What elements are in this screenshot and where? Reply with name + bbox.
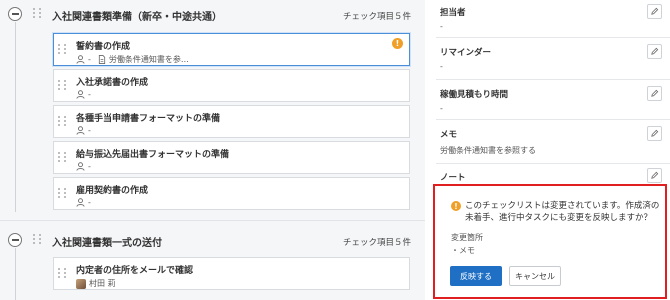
drag-handle-icon[interactable]	[58, 188, 67, 198]
field-label: 稼働見積もり時間	[440, 90, 509, 100]
section-header: 入社関連書類一式の送付 チェック項目５件	[0, 226, 425, 254]
changes-summary: 変更箇所 ・メモ	[451, 231, 483, 257]
document-icon	[98, 55, 105, 64]
collapse-section-button[interactable]	[8, 233, 22, 247]
task-meta: - 労働条件通知書を参…	[76, 54, 189, 65]
task-title: 内定者の住所をメールで確認	[76, 266, 194, 276]
warning-icon: !	[392, 38, 403, 49]
drag-handle-icon[interactable]	[58, 152, 67, 162]
task-card[interactable]: 各種手当申請書フォーマットの準備 -	[53, 105, 410, 138]
edit-button[interactable]	[647, 4, 662, 19]
cancel-button[interactable]: キャンセル	[509, 266, 561, 286]
task-title: 給与振込先届出書フォーマットの準備	[76, 150, 230, 160]
drag-handle-icon[interactable]	[58, 116, 67, 126]
task-assignee: -	[88, 126, 91, 135]
user-icon	[76, 126, 85, 135]
task-meta: 村田 莉	[76, 278, 116, 289]
user-icon	[76, 90, 85, 99]
checklist-pane: 入社関連書類準備（新卒・中途共通） チェック項目５件 誓約書の作成 - 労働条件…	[0, 0, 425, 300]
drag-handle-icon[interactable]	[58, 80, 67, 90]
field-label: ノート	[440, 173, 466, 183]
task-meta: -	[76, 198, 91, 207]
drag-handle-icon[interactable]	[33, 8, 42, 18]
task-assignee: -	[88, 90, 91, 99]
task-meta: -	[76, 90, 91, 99]
task-card[interactable]: 内定者の住所をメールで確認 村田 莉	[53, 257, 410, 290]
task-card[interactable]: 入社承諾書の作成 -	[53, 69, 410, 102]
collapse-section-button[interactable]	[8, 7, 22, 21]
field-label: リマインダー	[440, 48, 492, 58]
pencil-icon	[651, 89, 659, 97]
task-card[interactable]: 雇用契約書の作成 -	[53, 177, 410, 210]
drag-handle-icon[interactable]	[58, 268, 67, 278]
memo-field: メモ 労働条件通知書を参照する	[436, 120, 670, 164]
warning-icon: !	[451, 201, 461, 211]
field-value: -	[440, 62, 443, 71]
assignee-field: 担当者 -	[436, 0, 670, 38]
drag-handle-icon[interactable]	[33, 234, 42, 244]
tree-connector	[15, 22, 16, 212]
task-title: 誓約書の作成	[76, 42, 131, 52]
pencil-icon	[651, 7, 659, 15]
task-title: 入社承諾書の作成	[76, 78, 149, 88]
section-header: 入社関連書類準備（新卒・中途共通） チェック項目５件	[0, 0, 425, 28]
section-title: 入社関連書類一式の送付	[52, 238, 162, 249]
section-item-count: チェック項目５件	[342, 238, 411, 248]
task-title: 雇用契約書の作成	[76, 186, 149, 196]
field-label: メモ	[440, 130, 458, 140]
apply-button[interactable]: 反映する	[450, 266, 502, 286]
reminder-field: リマインダー -	[436, 38, 670, 80]
tree-connector	[15, 248, 16, 300]
task-assignee: 村田 莉	[89, 279, 116, 288]
drag-handle-icon[interactable]	[58, 44, 67, 54]
task-assignee: -	[88, 162, 91, 171]
section-divider	[0, 220, 425, 221]
pencil-icon	[651, 129, 659, 137]
estimate-field: 稼働見積もり時間 -	[436, 80, 670, 120]
task-meta: -	[76, 162, 91, 171]
dialog-message: このチェックリストは変更されています。作成済の未着手、進行中タスクにも変更を反映…	[465, 201, 660, 223]
task-assignee: -	[88, 55, 91, 64]
edit-button[interactable]	[647, 86, 662, 101]
section-item-count: チェック項目５件	[342, 12, 411, 22]
changes-item: ・メモ	[451, 246, 475, 255]
pencil-icon	[651, 47, 659, 55]
user-icon	[76, 198, 85, 207]
changes-label: 変更箇所	[451, 233, 483, 242]
edit-button[interactable]	[647, 168, 662, 183]
memo-value: 労働条件通知書を参照する	[440, 146, 536, 155]
user-icon	[76, 55, 85, 64]
avatar	[76, 278, 86, 289]
edit-button[interactable]	[647, 44, 662, 59]
field-value: -	[440, 22, 443, 31]
task-card[interactable]: 給与振込先届出書フォーマットの準備 -	[53, 141, 410, 174]
field-label: 担当者	[440, 8, 466, 18]
task-linked-document[interactable]: 労働条件通知書を参…	[109, 54, 189, 65]
task-card[interactable]: 誓約書の作成 - 労働条件通知書を参… !	[53, 33, 410, 66]
section-title: 入社関連書類準備（新卒・中途共通）	[52, 12, 222, 23]
field-value: -	[440, 104, 443, 113]
task-title: 各種手当申請書フォーマットの準備	[76, 114, 221, 124]
pencil-icon	[651, 171, 659, 179]
task-meta: -	[76, 126, 91, 135]
edit-button[interactable]	[647, 126, 662, 141]
task-assignee: -	[88, 198, 91, 207]
user-icon	[76, 162, 85, 171]
reflect-changes-dialog: ! このチェックリストは変更されています。作成済の未着手、進行中タスクにも変更を…	[433, 184, 667, 299]
